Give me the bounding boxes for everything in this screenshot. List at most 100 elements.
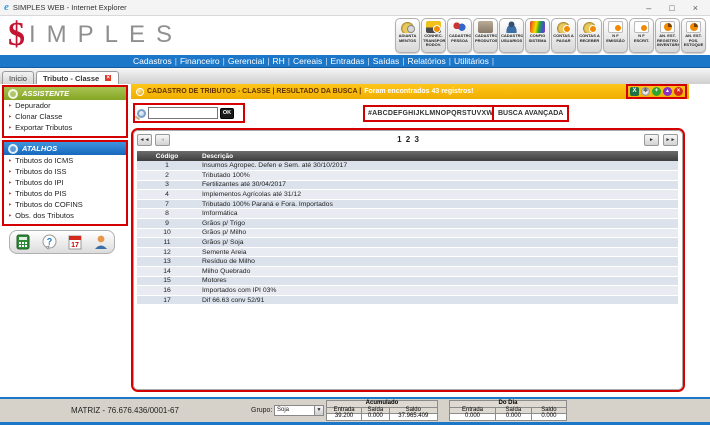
- tab-tributo-classe[interactable]: Tributo - Classe ×: [36, 71, 119, 84]
- atalho-item-tributos-do-ipi[interactable]: ‣Tributos do IPI: [4, 178, 126, 189]
- atalhos-header[interactable]: ATALHOS: [4, 142, 126, 155]
- toolbar-button-cadastro-pessoa[interactable]: CADASTRO PESSOA: [447, 18, 472, 53]
- menu-item-relatorios[interactable]: Relatórios: [407, 56, 445, 66]
- calculator-icon[interactable]: [15, 234, 31, 250]
- assistente-item-exportar-tributos[interactable]: ‣Exportar Tributos: [4, 123, 126, 134]
- assistente-item-depurador[interactable]: ‣Depurador: [4, 101, 126, 112]
- toolbar-button-an-est-registro-inventario[interactable]: AN. EST. REGISTRO INVENTÁRIO: [655, 18, 680, 53]
- acumulado-table: AcumuladoEntradaSaídaSaldo39.2000.00037.…: [326, 400, 438, 421]
- menu-item-cadastros[interactable]: Cadastros: [133, 56, 172, 66]
- cell-descricao: Tributado 100% Paraná e Fora. Importados: [197, 199, 678, 209]
- cell-descricao: Grãos p/ Trigo: [197, 219, 678, 229]
- an-est-registro-inventario-icon: [660, 21, 675, 33]
- menu-item-gerencial[interactable]: Gerencial: [228, 56, 264, 66]
- maximize-button[interactable]: □: [669, 1, 674, 15]
- table-row[interactable]: 7Tributado 100% Paraná e Fora. Importado…: [137, 199, 678, 209]
- contas-a-receber-icon: [582, 21, 597, 33]
- search-icon[interactable]: [137, 109, 146, 118]
- sidebar-tool-tray: ? 17: [9, 230, 115, 254]
- toolbar-button-contas-a-receber[interactable]: CONTAS A RECEBER: [577, 18, 602, 53]
- table-row[interactable]: 16Importados com IPI 03%: [137, 286, 678, 296]
- table-row[interactable]: 3Fertilizantes até 30/04/2017: [137, 180, 678, 190]
- cell-descricao: Insumos Agropec. Defen e Sem. até 30/10/…: [197, 161, 678, 171]
- table-row[interactable]: 8Imformática: [137, 209, 678, 219]
- atalho-item-tributos-do-iss[interactable]: ‣Tributos do ISS: [4, 167, 126, 178]
- toolbar-button-an-est-pos-estoque[interactable]: AN. EST. POS. ESTOQUE: [681, 18, 706, 53]
- page-numbers[interactable]: 1 2 3: [133, 135, 683, 144]
- tab-inicio[interactable]: Início: [2, 71, 34, 84]
- atalho-item-obs-dos-tributos[interactable]: ‣Obs. dos Tributos: [4, 211, 126, 222]
- minimize-button[interactable]: –: [646, 1, 651, 15]
- grupo-select[interactable]: Soja ▼: [274, 405, 324, 416]
- arrow-bullet-icon: ‣: [8, 169, 12, 176]
- toolbar-button-label: CONHEC. TRANSPORTE RODOV.: [422, 34, 445, 48]
- toolbar-button-adiantamentos[interactable]: ADIANTA MENTOS: [395, 18, 420, 53]
- toolbar-button-nf-escrit[interactable]: N F ESCRIT.: [629, 18, 654, 53]
- assistente-item-clonar-classe[interactable]: ‣Clonar Classe: [4, 112, 126, 123]
- last-page-button[interactable]: ►►: [663, 134, 678, 146]
- table-row[interactable]: 4Implementos Agrícolas até 31/12: [137, 190, 678, 200]
- arrow-bullet-icon: ‣: [8, 191, 12, 198]
- sidebar-item-label: Exportar Tributos: [15, 123, 72, 132]
- toolbar-button-cadastro-usuarios[interactable]: CADASTRO USUARIOS: [499, 18, 524, 53]
- table-row[interactable]: 10Grãos p/ Milho: [137, 228, 678, 238]
- table-row[interactable]: 12Semente Areia: [137, 247, 678, 257]
- svg-text:?: ?: [46, 236, 52, 246]
- next-page-button[interactable]: ►: [644, 134, 659, 146]
- assistente-header[interactable]: ASSISTENTE: [4, 87, 126, 100]
- cell-descricao: Motores: [197, 276, 678, 286]
- close-button[interactable]: ×: [693, 1, 698, 15]
- help-icon[interactable]: ?: [41, 234, 58, 251]
- toolbar-button-config-sistema[interactable]: CONFIG SISTEMA: [525, 18, 550, 53]
- menu-item-saidas[interactable]: Saídas: [373, 56, 399, 66]
- scroll-top-icon[interactable]: ▲: [663, 87, 672, 96]
- results-panel: ◄◄ ◄ 1 2 3 ► ►► Código Descrição 1Insumo…: [131, 128, 685, 392]
- table-row[interactable]: 1Insumos Agropec. Defen e Sem. até 30/10…: [137, 161, 678, 171]
- tab-close-icon[interactable]: ×: [104, 74, 112, 82]
- menu-item-financeiro[interactable]: Financeiro: [180, 56, 220, 66]
- page-body: ASSISTENTE ‣Depurador‣Clonar Classe‣Expo…: [0, 84, 710, 397]
- arrow-bullet-icon: ‣: [8, 158, 12, 165]
- alphabet-filter[interactable]: #ABCDEFGHIJKLMNOPQRSTUVXWYZ: [363, 105, 508, 122]
- atalho-item-tributos-do-icms[interactable]: ‣Tributos do ICMS: [4, 156, 126, 167]
- sidebar-item-label: Tributos do COFINS: [15, 200, 83, 209]
- table-row[interactable]: 11Grãos p/ Soja: [137, 238, 678, 248]
- toolbar-button-conhec-transporte[interactable]: CONHEC. TRANSPORTE RODOV.: [421, 18, 446, 53]
- menu-item-utilitarios[interactable]: Utilitários: [454, 56, 489, 66]
- toolbar-button-label: CONTAS A PAGAR: [552, 34, 575, 43]
- cell-codigo: 15: [137, 276, 197, 286]
- export-excel-icon[interactable]: X: [630, 87, 639, 96]
- advanced-search-button[interactable]: BUSCA AVANÇADA: [492, 105, 569, 122]
- cell-codigo: 9: [137, 219, 197, 229]
- atalho-item-tributos-do-cofins[interactable]: ‣Tributos do COFINS: [4, 200, 126, 211]
- search-input[interactable]: [148, 107, 218, 119]
- toolbar-button-contas-a-pagar[interactable]: CONTAS A PAGAR: [551, 18, 576, 53]
- menu-item-entradas[interactable]: Entradas: [331, 56, 365, 66]
- cell-codigo: 13: [137, 257, 197, 267]
- cell-descricao: Importados com IPI 03%: [197, 286, 678, 296]
- brand-name: IMPLES: [29, 21, 183, 49]
- menu-item-cereais[interactable]: Cereais: [293, 56, 322, 66]
- add-record-icon[interactable]: +: [652, 87, 661, 96]
- settings-gear-icon[interactable]: ✱: [641, 87, 650, 96]
- search-ok-button[interactable]: OK: [220, 108, 234, 119]
- tab-tributo-classe-label: Tributo - Classe: [43, 74, 99, 83]
- toolbar-button-nf-emissao[interactable]: N F EMISSÃO: [603, 18, 628, 53]
- table-row[interactable]: 15Motores: [137, 276, 678, 286]
- chevron-down-icon[interactable]: ▼: [314, 406, 323, 415]
- close-panel-icon[interactable]: ×: [674, 87, 683, 96]
- contas-a-pagar-icon: [556, 21, 571, 33]
- toolbar-button-cadastro-produtos[interactable]: CADASTRO PRODUTOS: [473, 18, 498, 53]
- toolbar-button-label: CADASTRO USUARIOS: [500, 34, 523, 43]
- menu-item-rh[interactable]: RH: [272, 56, 284, 66]
- search-row: OK #ABCDEFGHIJKLMNOPQRSTUVXWYZ BUSCA AVA…: [130, 101, 690, 127]
- atalho-item-tributos-do-pis[interactable]: ‣Tributos do PIS: [4, 189, 126, 200]
- table-row[interactable]: 14Milho Quebrado: [137, 267, 678, 277]
- table-row[interactable]: 2Tributado 100%: [137, 171, 678, 181]
- table-row[interactable]: 17Dif 66.63 conv 52/91: [137, 295, 678, 305]
- table-row[interactable]: 13Resíduo de Milho: [137, 257, 678, 267]
- table-row[interactable]: 9Grãos p/ Trigo: [137, 219, 678, 229]
- cell-codigo: 11: [137, 238, 197, 248]
- calendar-icon[interactable]: 17: [67, 234, 83, 250]
- user-icon[interactable]: [93, 234, 109, 250]
